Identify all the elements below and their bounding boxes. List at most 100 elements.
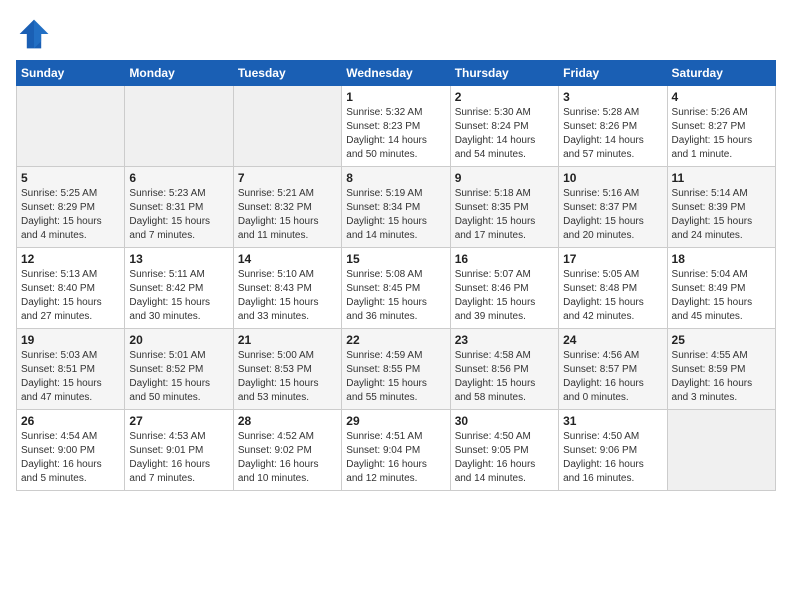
day-info: Sunrise: 5:30 AM Sunset: 8:24 PM Dayligh… [455,106,554,162]
day-number: 3 [563,90,662,104]
day-number: 26 [21,414,120,428]
day-info: Sunrise: 4:58 AM Sunset: 8:56 PM Dayligh… [455,349,554,405]
calendar-cell: 11 Sunrise: 5:14 AM Sunset: 8:39 PM Dayli… [667,167,775,248]
day-number: 22 [346,333,445,347]
day-info: Sunrise: 5:07 AM Sunset: 8:46 PM Dayligh… [455,268,554,324]
day-info: Sunrise: 5:03 AM Sunset: 8:51 PM Dayligh… [21,349,120,405]
calendar-cell: 3 Sunrise: 5:28 AM Sunset: 8:26 PM Daylig… [559,86,667,167]
calendar-cell [667,410,775,491]
calendar-cell [233,86,341,167]
day-info: Sunrise: 5:16 AM Sunset: 8:37 PM Dayligh… [563,187,662,243]
calendar-week-row: 5 Sunrise: 5:25 AM Sunset: 8:29 PM Daylig… [17,167,776,248]
calendar-week-row: 19 Sunrise: 5:03 AM Sunset: 8:51 PM Dayli… [17,329,776,410]
day-number: 31 [563,414,662,428]
day-info: Sunrise: 5:14 AM Sunset: 8:39 PM Dayligh… [672,187,771,243]
day-number: 18 [672,252,771,266]
calendar-cell: 28 Sunrise: 4:52 AM Sunset: 9:02 PM Dayli… [233,410,341,491]
calendar-cell: 10 Sunrise: 5:16 AM Sunset: 8:37 PM Dayli… [559,167,667,248]
day-info: Sunrise: 5:04 AM Sunset: 8:49 PM Dayligh… [672,268,771,324]
day-info: Sunrise: 5:13 AM Sunset: 8:40 PM Dayligh… [21,268,120,324]
day-number: 13 [129,252,228,266]
day-number: 25 [672,333,771,347]
day-number: 24 [563,333,662,347]
calendar-cell: 1 Sunrise: 5:32 AM Sunset: 8:23 PM Daylig… [342,86,450,167]
day-info: Sunrise: 4:50 AM Sunset: 9:06 PM Dayligh… [563,430,662,486]
day-info: Sunrise: 5:11 AM Sunset: 8:42 PM Dayligh… [129,268,228,324]
header-saturday: Saturday [667,61,775,86]
calendar-cell: 9 Sunrise: 5:18 AM Sunset: 8:35 PM Daylig… [450,167,558,248]
calendar-cell: 17 Sunrise: 5:05 AM Sunset: 8:48 PM Dayli… [559,248,667,329]
day-number: 16 [455,252,554,266]
calendar-cell: 31 Sunrise: 4:50 AM Sunset: 9:06 PM Dayli… [559,410,667,491]
header-thursday: Thursday [450,61,558,86]
day-number: 28 [238,414,337,428]
calendar-cell: 18 Sunrise: 5:04 AM Sunset: 8:49 PM Dayli… [667,248,775,329]
day-number: 1 [346,90,445,104]
calendar-cell: 14 Sunrise: 5:10 AM Sunset: 8:43 PM Dayli… [233,248,341,329]
calendar-cell: 13 Sunrise: 5:11 AM Sunset: 8:42 PM Dayli… [125,248,233,329]
day-number: 15 [346,252,445,266]
day-number: 6 [129,171,228,185]
calendar-cell: 26 Sunrise: 4:54 AM Sunset: 9:00 PM Dayli… [17,410,125,491]
calendar-cell: 16 Sunrise: 5:07 AM Sunset: 8:46 PM Dayli… [450,248,558,329]
calendar-table: SundayMondayTuesdayWednesdayThursdayFrid… [16,60,776,491]
day-number: 7 [238,171,337,185]
calendar-week-row: 12Sunrise: 5:13 AM Sunset: 8:40 PM Dayli… [17,248,776,329]
day-info: Sunrise: 5:23 AM Sunset: 8:31 PM Dayligh… [129,187,228,243]
calendar-cell [125,86,233,167]
day-info: Sunrise: 5:28 AM Sunset: 8:26 PM Dayligh… [563,106,662,162]
day-number: 27 [129,414,228,428]
calendar-cell: 4Sunrise: 5:26 AM Sunset: 8:27 PM Daylig… [667,86,775,167]
day-number: 19 [21,333,120,347]
calendar-week-row: 26 Sunrise: 4:54 AM Sunset: 9:00 PM Dayli… [17,410,776,491]
calendar-cell: 22Sunrise: 4:59 AM Sunset: 8:55 PM Dayli… [342,329,450,410]
day-info: Sunrise: 5:18 AM Sunset: 8:35 PM Dayligh… [455,187,554,243]
calendar-cell: 30Sunrise: 4:50 AM Sunset: 9:05 PM Dayli… [450,410,558,491]
calendar-week-row: 1 Sunrise: 5:32 AM Sunset: 8:23 PM Daylig… [17,86,776,167]
day-number: 11 [672,171,771,185]
day-number: 5 [21,171,120,185]
day-info: Sunrise: 4:55 AM Sunset: 8:59 PM Dayligh… [672,349,771,405]
day-info: Sunrise: 5:25 AM Sunset: 8:29 PM Dayligh… [21,187,120,243]
day-info: Sunrise: 4:52 AM Sunset: 9:02 PM Dayligh… [238,430,337,486]
day-info: Sunrise: 5:10 AM Sunset: 8:43 PM Dayligh… [238,268,337,324]
day-number: 10 [563,171,662,185]
calendar-cell: 23Sunrise: 4:58 AM Sunset: 8:56 PM Dayli… [450,329,558,410]
calendar-cell: 15 Sunrise: 5:08 AM Sunset: 8:45 PM Dayli… [342,248,450,329]
day-info: Sunrise: 5:00 AM Sunset: 8:53 PM Dayligh… [238,349,337,405]
header-sunday: Sunday [17,61,125,86]
day-number: 17 [563,252,662,266]
calendar-cell [17,86,125,167]
calendar-cell: 21 Sunrise: 5:00 AM Sunset: 8:53 PM Dayli… [233,329,341,410]
page-header [16,16,776,52]
calendar-cell: 8Sunrise: 5:19 AM Sunset: 8:34 PM Daylig… [342,167,450,248]
calendar-cell: 25 Sunrise: 4:55 AM Sunset: 8:59 PM Dayli… [667,329,775,410]
day-info: Sunrise: 5:32 AM Sunset: 8:23 PM Dayligh… [346,106,445,162]
header-monday: Monday [125,61,233,86]
day-number: 14 [238,252,337,266]
calendar-cell: 5 Sunrise: 5:25 AM Sunset: 8:29 PM Daylig… [17,167,125,248]
day-number: 20 [129,333,228,347]
day-info: Sunrise: 4:54 AM Sunset: 9:00 PM Dayligh… [21,430,120,486]
logo [16,16,56,52]
day-info: Sunrise: 5:21 AM Sunset: 8:32 PM Dayligh… [238,187,337,243]
calendar-cell: 20 Sunrise: 5:01 AM Sunset: 8:52 PM Dayli… [125,329,233,410]
day-info: Sunrise: 4:50 AM Sunset: 9:05 PM Dayligh… [455,430,554,486]
day-info: Sunrise: 5:08 AM Sunset: 8:45 PM Dayligh… [346,268,445,324]
day-number: 21 [238,333,337,347]
calendar-cell: 6 Sunrise: 5:23 AM Sunset: 8:31 PM Daylig… [125,167,233,248]
day-info: Sunrise: 5:05 AM Sunset: 8:48 PM Dayligh… [563,268,662,324]
calendar-cell: 19 Sunrise: 5:03 AM Sunset: 8:51 PM Dayli… [17,329,125,410]
header-tuesday: Tuesday [233,61,341,86]
day-info: Sunrise: 4:51 AM Sunset: 9:04 PM Dayligh… [346,430,445,486]
logo-icon [16,16,52,52]
header-friday: Friday [559,61,667,86]
day-info: Sunrise: 5:01 AM Sunset: 8:52 PM Dayligh… [129,349,228,405]
calendar-cell: 7 Sunrise: 5:21 AM Sunset: 8:32 PM Daylig… [233,167,341,248]
calendar-cell: 27 Sunrise: 4:53 AM Sunset: 9:01 PM Dayli… [125,410,233,491]
day-info: Sunrise: 4:53 AM Sunset: 9:01 PM Dayligh… [129,430,228,486]
calendar-cell: 2Sunrise: 5:30 AM Sunset: 8:24 PM Daylig… [450,86,558,167]
day-info: Sunrise: 5:26 AM Sunset: 8:27 PM Dayligh… [672,106,771,162]
calendar-header-row: SundayMondayTuesdayWednesdayThursdayFrid… [17,61,776,86]
day-number: 9 [455,171,554,185]
